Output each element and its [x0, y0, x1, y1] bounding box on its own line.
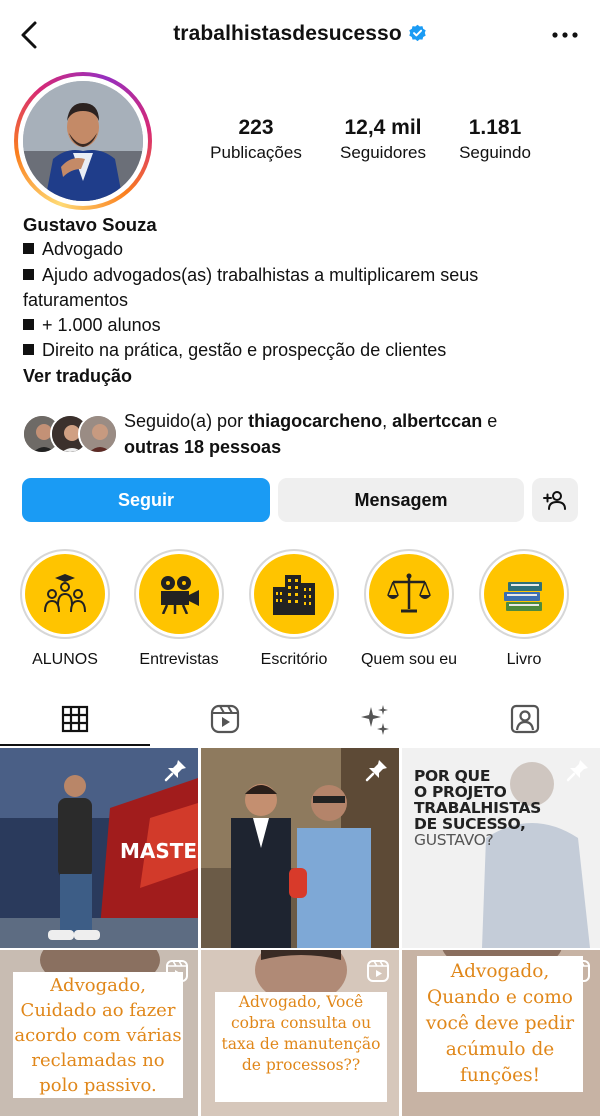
highlight-label: ALUNOS	[32, 651, 98, 668]
following-count-label: Seguindo	[459, 143, 531, 162]
mutual-follower-link[interactable]: thiagocarcheno	[248, 411, 382, 431]
reel-icon	[367, 960, 389, 982]
more-options-button[interactable]	[550, 22, 580, 48]
person-add-icon	[543, 491, 566, 510]
tab-posts-grid[interactable]	[0, 690, 150, 747]
follow-button[interactable]: Seguir	[22, 478, 270, 522]
posts-count-value: 223	[238, 116, 274, 139]
posts-count[interactable]: 223 Publicações	[208, 116, 304, 166]
sparkles-icon	[361, 704, 389, 735]
followers-count-value: 12,4 mil	[344, 116, 422, 139]
message-button[interactable]: Mensagem	[278, 478, 524, 522]
followed-by[interactable]: Seguido(a) por thiagocarcheno, albertcca…	[22, 408, 582, 464]
books-icon	[504, 582, 542, 611]
scales-icon	[387, 573, 431, 613]
posts-grid: MASTER MIND SA	[0, 748, 600, 1116]
buildings-icon	[273, 575, 315, 615]
mutual-follower-link[interactable]: albertccan	[392, 411, 482, 431]
pinned-icon	[566, 760, 588, 782]
followers-count[interactable]: 12,4 mil Seguidores	[328, 116, 438, 166]
profile-tabs	[0, 690, 600, 747]
post-caption-card: Advogado, Cuidado ao fazer acordo com vá…	[13, 972, 183, 1098]
profile-bio: Gustavo Souza Advogado Ajudo advogados(a…	[23, 212, 583, 389]
post-caption-card: Advogado, Você cobra consulta ou taxa de…	[215, 992, 387, 1102]
following-count-value: 1.181	[468, 116, 522, 139]
post-thumbnail[interactable]: Advogado, Você cobra consulta ou taxa de…	[201, 950, 399, 1116]
bio-line: Advogado	[23, 237, 583, 262]
tab-tagged[interactable]	[450, 690, 600, 747]
post-overlay-text: POR QUE O PROJETO TRABALHISTAS DE SUCESS…	[414, 767, 542, 849]
highlight-escritorio[interactable]: Escritório	[249, 549, 339, 669]
tagged-icon	[510, 704, 540, 733]
grid-icon	[61, 705, 89, 732]
avatar[interactable]	[23, 81, 143, 201]
post-thumbnail[interactable]	[201, 748, 399, 948]
see-translation-link[interactable]: Ver tradução	[23, 364, 583, 389]
post-thumbnail[interactable]: Advogado, Quando e como você deve pedir …	[402, 950, 600, 1116]
reel-icon	[568, 960, 590, 982]
profile-header: trabalhistasdesucesso	[0, 0, 600, 70]
film-camera-icon	[161, 576, 199, 614]
pinned-icon	[164, 760, 186, 782]
username: trabalhistasdesucesso	[173, 22, 402, 45]
other-followers-link[interactable]: outras 18 pessoas	[124, 437, 281, 457]
pinned-icon	[365, 760, 387, 782]
profile-name: Gustavo Souza	[23, 214, 157, 235]
highlight-quem-sou-eu[interactable]: Quem sou eu	[361, 549, 457, 669]
post-thumbnail[interactable]: Advogado, Cuidado ao fazer acordo com vá…	[0, 950, 198, 1116]
highlight-label: Entrevistas	[139, 651, 219, 668]
square-bullet-icon	[23, 344, 34, 356]
following-count[interactable]: 1.181 Seguindo	[447, 116, 543, 166]
active-tab-indicator	[0, 744, 150, 746]
highlight-label: Livro	[506, 651, 542, 668]
banner-text: MASTER MIND SA	[120, 839, 198, 863]
followed-by-text: Seguido(a) por thiagocarcheno, albertcca…	[124, 411, 498, 457]
post-thumbnail[interactable]: MASTER MIND SA	[0, 748, 198, 948]
followers-count-label: Seguidores	[339, 143, 426, 162]
square-bullet-icon	[23, 319, 34, 331]
verified-badge-icon	[409, 24, 426, 42]
bio-line: Direito na prática, gestão e prospecção …	[23, 338, 583, 363]
highlight-alunos[interactable]: ALUNOS	[20, 549, 110, 669]
square-bullet-icon	[23, 268, 34, 280]
tab-reels[interactable]	[150, 690, 300, 747]
highlight-livro[interactable]: Livro	[479, 549, 569, 669]
highlight-label: Escritório	[260, 651, 328, 668]
follower-avatar	[78, 414, 118, 454]
more-horizontal-icon	[552, 32, 578, 38]
bio-line: + 1.000 alunos	[23, 313, 583, 338]
highlight-label: Quem sou eu	[360, 651, 458, 668]
graduates-icon	[44, 574, 86, 613]
suggested-accounts-button[interactable]	[532, 478, 578, 522]
tab-ai-content[interactable]	[300, 690, 450, 747]
highlight-entrevistas[interactable]: Entrevistas	[134, 549, 224, 669]
reel-icon	[166, 960, 188, 982]
post-caption-card: Advogado, Quando e como você deve pedir …	[417, 956, 583, 1092]
profile-photo	[23, 81, 143, 201]
reels-icon	[210, 704, 240, 733]
story-ring[interactable]	[14, 72, 152, 210]
username-title: trabalhistasdesucesso	[0, 22, 600, 46]
bio-line: Ajudo advogados(as) trabalhistas a multi…	[23, 264, 479, 310]
post-thumbnail[interactable]: POR QUE O PROJETO TRABALHISTAS DE SUCESS…	[402, 748, 600, 948]
posts-count-label: Publicações	[210, 143, 302, 162]
square-bullet-icon	[23, 243, 34, 255]
